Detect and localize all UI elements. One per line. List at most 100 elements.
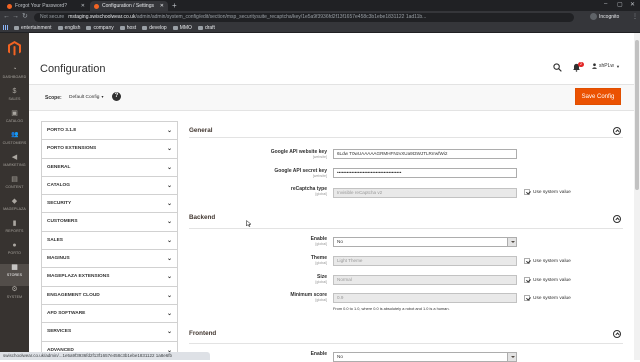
minimum-score-input[interactable]: 0.9	[333, 293, 517, 303]
sidebar-item-mageplaza[interactable]: ◆ MAGEPLAZA	[0, 198, 29, 220]
chevron-down-icon: ⌄	[166, 256, 172, 263]
collapse-icon[interactable]	[613, 215, 621, 223]
config-tab-afd-software[interactable]: AFD SOFTWARE ⌄	[41, 303, 178, 323]
sidebar-item-dashboard[interactable]: ◔ DASHBOARD	[0, 66, 29, 88]
sidebar-item-label: SYSTEM	[6, 295, 23, 299]
sidebar-item-customers[interactable]: 👥 CUSTOMERS	[0, 132, 29, 154]
incognito-badge[interactable]: Incognito	[590, 13, 619, 20]
sidebar-item-label: REPORTS	[5, 229, 24, 233]
minimize-icon[interactable]: –	[604, 1, 607, 7]
google-api-website-key-input[interactable]: 6Ldw T0wUAAAAAGRMHFNzvXUa9t3WJTLRrrwfWi2	[333, 149, 517, 159]
username: shPLw	[599, 63, 615, 69]
dollar-icon: $	[12, 88, 17, 95]
config-tab-mageplaza-extensions[interactable]: MAGEPLAZA EXTENSIONS ⌄	[41, 267, 178, 286]
bookmark-folder[interactable]: MMO	[172, 25, 192, 31]
back-arrow-icon[interactable]: ←	[3, 13, 10, 21]
new-tab-button[interactable]: +	[172, 1, 177, 10]
field-scope: [global]	[315, 298, 327, 302]
bookmark-folder[interactable]: english	[57, 25, 80, 31]
scope-switcher[interactable]: Default Config ▼	[69, 95, 104, 100]
field-scope: [global]	[315, 242, 327, 246]
sidebar-item-system[interactable]: ⚙ SYSTEM	[0, 286, 29, 308]
backend-size-select[interactable]: Normal	[333, 275, 517, 285]
maximize-icon[interactable]: ▢	[617, 1, 623, 8]
bookmark-folder[interactable]: host	[119, 25, 136, 31]
browser-tab[interactable]: Forgot Your Password? ✕	[3, 1, 89, 11]
url-input[interactable]: Not secure mstaging.swischoolwear.co.uk/a…	[34, 12, 574, 22]
folder-icon	[172, 25, 178, 30]
scrollbar-thumb[interactable]	[635, 40, 639, 190]
chevron-down-icon: ⌄	[166, 274, 172, 281]
bookmark-folder[interactable]: company	[86, 25, 114, 31]
config-tab-services[interactable]: SERVICES ⌄	[41, 322, 178, 341]
field-scope: [global]	[315, 280, 327, 284]
status-bar-url: swischoolwear.co.uk/admin/...1e5a9f3936f…	[0, 352, 210, 360]
bookmark-folder[interactable]: develop	[142, 25, 167, 31]
close-tab-icon[interactable]: ✕	[160, 3, 164, 9]
sidebar-item-reports[interactable]: ▮ REPORTS	[0, 220, 29, 242]
sidebar-item-label: MAGEPLAZA	[3, 207, 26, 211]
bookmark-folder[interactable]: draft	[197, 25, 215, 31]
config-tab-porto[interactable]: PORTO 3.1.8 ⌄	[41, 121, 178, 140]
section-header-frontend[interactable]	[189, 324, 623, 344]
field-scope: [website]	[312, 174, 327, 178]
chevron-down-icon: ⌄	[166, 146, 172, 153]
apps-grid-icon[interactable]	[3, 25, 8, 30]
close-tab-icon[interactable]: ✕	[81, 3, 85, 9]
section-title-frontend: Frontend	[189, 330, 217, 337]
section-header-backend[interactable]	[189, 209, 623, 229]
reload-icon[interactable]: ↻	[22, 13, 28, 21]
folder-icon	[57, 25, 63, 30]
user-menu[interactable]: shPLw ▼	[592, 63, 620, 69]
forward-arrow-icon[interactable]: →	[12, 13, 19, 21]
browser-menu-icon[interactable]: ⋮	[632, 13, 638, 20]
config-tab-customers[interactable]: CUSTOMERS ⌄	[41, 212, 178, 231]
backend-theme-select[interactable]: Light Theme	[333, 256, 517, 266]
save-config-button[interactable]: Save Config	[575, 88, 621, 105]
section-title-backend: Backend	[189, 214, 216, 221]
config-tab-porto-extensions[interactable]: PORTO EXTENSIONS ⌄	[41, 139, 178, 158]
browser-tab-title: Forgot Your Password?	[15, 3, 67, 9]
magento-logo-icon[interactable]	[8, 41, 21, 56]
backend-enable-select[interactable]: No	[333, 237, 517, 247]
mouse-cursor-icon	[246, 220, 252, 227]
use-system-value-checkbox[interactable]: Use system value	[524, 189, 571, 195]
config-tab-general[interactable]: GENERAL ⌄	[41, 157, 178, 176]
search-icon[interactable]	[553, 63, 562, 72]
field-scope: [global]	[315, 261, 327, 265]
config-tab-catalog[interactable]: CATALOG ⌄	[41, 175, 178, 195]
minimum-score-note: From 0.0 to 1.0, where 0.0 is absolutely…	[333, 306, 450, 311]
collapse-icon[interactable]	[613, 127, 621, 135]
people-icon: 👥	[11, 132, 19, 138]
help-icon[interactable]: ?	[112, 92, 121, 101]
config-tab-engagement-cloud[interactable]: ENGAGEMENT CLOUD ⌄	[41, 285, 178, 304]
sidebar-item-sales[interactable]: $ SALES	[0, 88, 29, 110]
checkbox-checked-icon	[524, 189, 530, 195]
browser-tab-active[interactable]: Configuration / Settings ✕	[90, 1, 168, 11]
recaptcha-type-select[interactable]: Invisible reCaptcha v2	[333, 188, 517, 198]
sidebar-item-porto[interactable]: ● PORTO	[0, 242, 29, 264]
bar-chart-icon: ▮	[12, 220, 17, 227]
use-system-value-checkbox[interactable]: Use system value	[524, 295, 571, 301]
admin-sidebar: ◔ DASHBOARD $ SALES ▣ CATALOG 👥 CUSTOMER…	[0, 33, 29, 360]
bookmark-folder[interactable]: entertainment	[14, 25, 52, 31]
porto-icon: ●	[12, 242, 17, 249]
section-header-general[interactable]	[189, 120, 623, 138]
page-title: Configuration	[40, 63, 106, 75]
config-tab-security[interactable]: SECURITY ⌄	[41, 194, 178, 213]
close-window-icon[interactable]: ✕	[630, 1, 635, 8]
sidebar-item-marketing[interactable]: ◀ MARKETING	[0, 154, 29, 176]
collapse-icon[interactable]	[613, 330, 621, 338]
use-system-value-checkbox[interactable]: Use system value	[524, 258, 571, 264]
use-system-value-checkbox[interactable]: Use system value	[524, 277, 571, 283]
sidebar-item-stores[interactable]: ▦ STORES	[0, 264, 29, 286]
frontend-enable-select[interactable]: No	[333, 352, 517, 362]
not-secure-label: Not secure	[40, 13, 65, 20]
sidebar-item-catalog[interactable]: ▣ CATALOG	[0, 110, 29, 132]
dashboard-icon: ◔	[12, 66, 17, 73]
google-api-secret-key-input[interactable]: ••••••••••••••••••••••••••••••••••••••••	[333, 168, 517, 178]
sidebar-item-content[interactable]: ▤ CONTENT	[0, 176, 29, 198]
config-tabs-list: PORTO 3.1.8 ⌄ PORTO EXTENSIONS ⌄ GENERAL ⌄ …	[41, 121, 178, 359]
config-tab-maginus[interactable]: MAGINUS ⌄	[41, 249, 178, 268]
config-tab-sales[interactable]: SALES ⌄	[41, 230, 178, 250]
